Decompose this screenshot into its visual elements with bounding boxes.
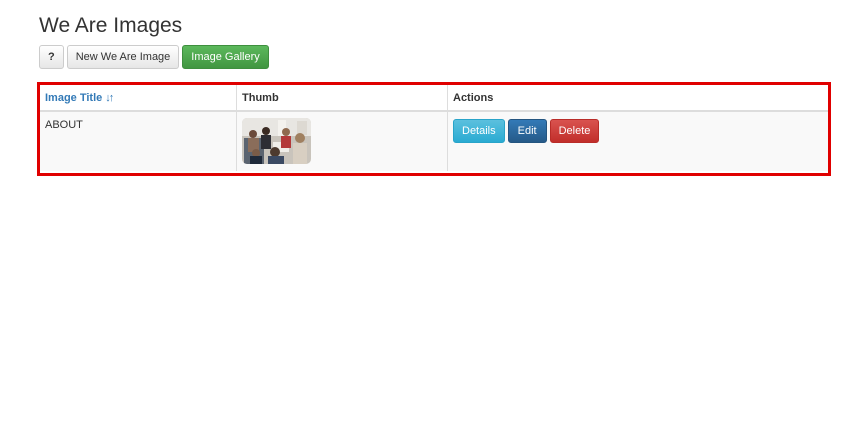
highlight-outline bbox=[37, 82, 831, 176]
help-button[interactable]: ? bbox=[39, 45, 64, 69]
new-image-button[interactable]: New We Are Image bbox=[66, 45, 180, 69]
page-title: We Are Images bbox=[39, 14, 183, 37]
image-gallery-button[interactable]: Image Gallery bbox=[182, 45, 269, 69]
toolbar: ? New We Are Image Image Gallery bbox=[39, 45, 269, 69]
